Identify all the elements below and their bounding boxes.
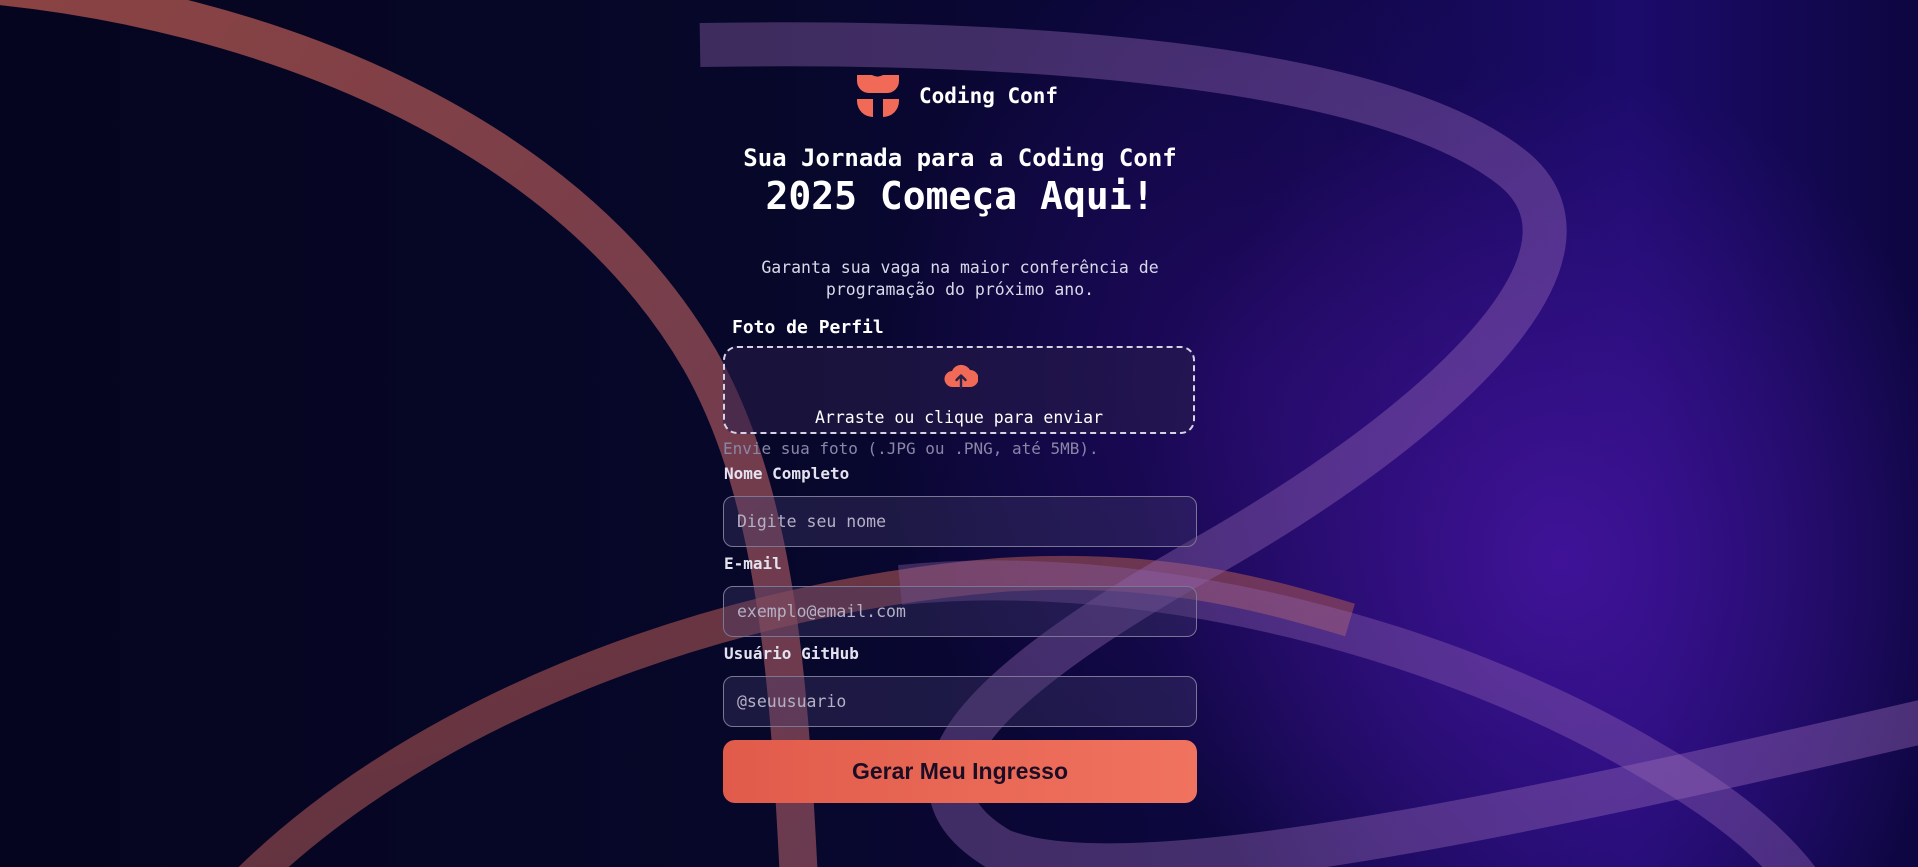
brand-logo: Coding Conf [855, 73, 1058, 119]
email-input[interactable] [723, 586, 1197, 637]
generate-ticket-button[interactable]: Gerar Meu Ingresso [723, 740, 1197, 803]
photo-label: Foto de Perfil [732, 317, 884, 338]
dropzone-text: Arraste ou clique para enviar [814, 408, 1104, 427]
github-input[interactable] [723, 676, 1197, 727]
coding-conf-logo-icon [857, 75, 899, 117]
photo-hint: Envie sua foto (.JPG ou .PNG, até 5MB). [723, 439, 1099, 458]
github-label: Usuário GitHub [724, 644, 859, 663]
cloud-upload-icon [944, 364, 978, 390]
headline-line-1: Sua Jornada para a Coding Conf [743, 144, 1177, 172]
subtitle-line-1: Garanta sua vaga na maior conferência de [761, 258, 1159, 277]
email-label: E-mail [724, 554, 782, 573]
subtitle: Garanta sua vaga na maior conferência de… [723, 257, 1197, 301]
name-input[interactable] [723, 496, 1197, 547]
brand-name: Coding Conf [919, 84, 1059, 108]
photo-dropzone[interactable]: Arraste ou clique para enviar [723, 346, 1195, 434]
subtitle-line-2: programação do próximo ano. [825, 280, 1095, 299]
headline-line-2: 2025 Começa Aqui! [765, 174, 1155, 218]
name-label: Nome Completo [724, 464, 850, 483]
